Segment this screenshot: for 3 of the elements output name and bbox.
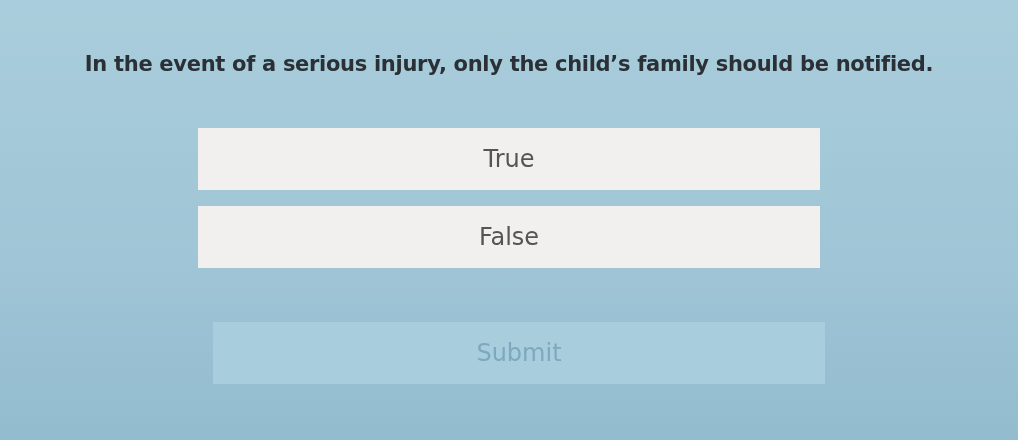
answer-option[interactable]: False xyxy=(198,206,820,268)
question-text: In the event of a serious injury, only the child’s family should be notified. xyxy=(84,52,934,76)
answer-option[interactable]: True xyxy=(198,128,820,190)
